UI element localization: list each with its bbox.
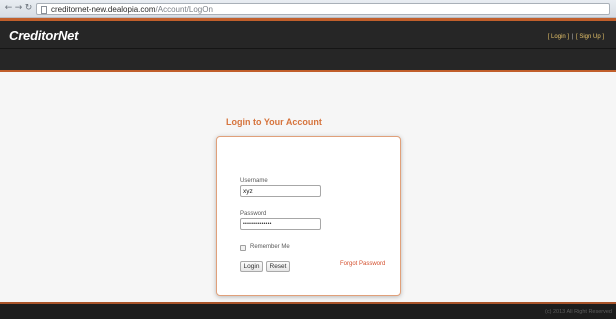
password-label: Password [240,211,267,217]
header-accent-strip [0,18,616,21]
reset-button[interactable]: Reset [266,261,290,272]
url-text: creditornet-new.dealopia.com/Account/Log… [51,4,213,15]
footer-accent-strip [0,302,616,304]
url-host: creditornet-new.dealopia.com [51,5,156,14]
forgot-password-link[interactable]: Forgot Password [340,261,385,267]
address-bar[interactable]: creditornet-new.dealopia.com/Account/Log… [36,3,610,15]
username-label: Username [240,178,268,184]
remember-me-label[interactable]: Remember Me [250,244,290,250]
signup-link[interactable]: [ Sign Up ] [576,34,604,40]
site-logo[interactable]: CreditorNet [9,28,79,43]
password-field[interactable] [240,218,321,230]
header-link-separator: | [571,34,574,40]
reload-icon[interactable]: ↻ [23,3,34,14]
browser-toolbar: ← → ↻ creditornet-new.dealopia.com/Accou… [0,0,616,18]
header-links: [ Login ] | [ Sign Up ] [548,34,604,40]
login-title: Login to Your Account [226,117,322,127]
username-field[interactable] [240,185,321,197]
footer-copyright: (c) 2013 All Right Reserved [545,309,612,315]
header-bottom-strip [0,70,616,72]
remember-me-checkbox[interactable] [240,245,246,251]
header-divider [0,48,616,49]
url-path: /Account/LogOn [155,5,213,14]
site-footer: (c) 2013 All Right Reserved [0,302,616,319]
login-button[interactable]: Login [240,261,263,272]
site-header: CreditorNet [ Login ] | [ Sign Up ] [0,18,616,72]
page-icon [41,5,47,14]
login-link[interactable]: [ Login ] [548,34,569,40]
login-form: Username Password Remember Me Login Rese… [216,136,401,296]
